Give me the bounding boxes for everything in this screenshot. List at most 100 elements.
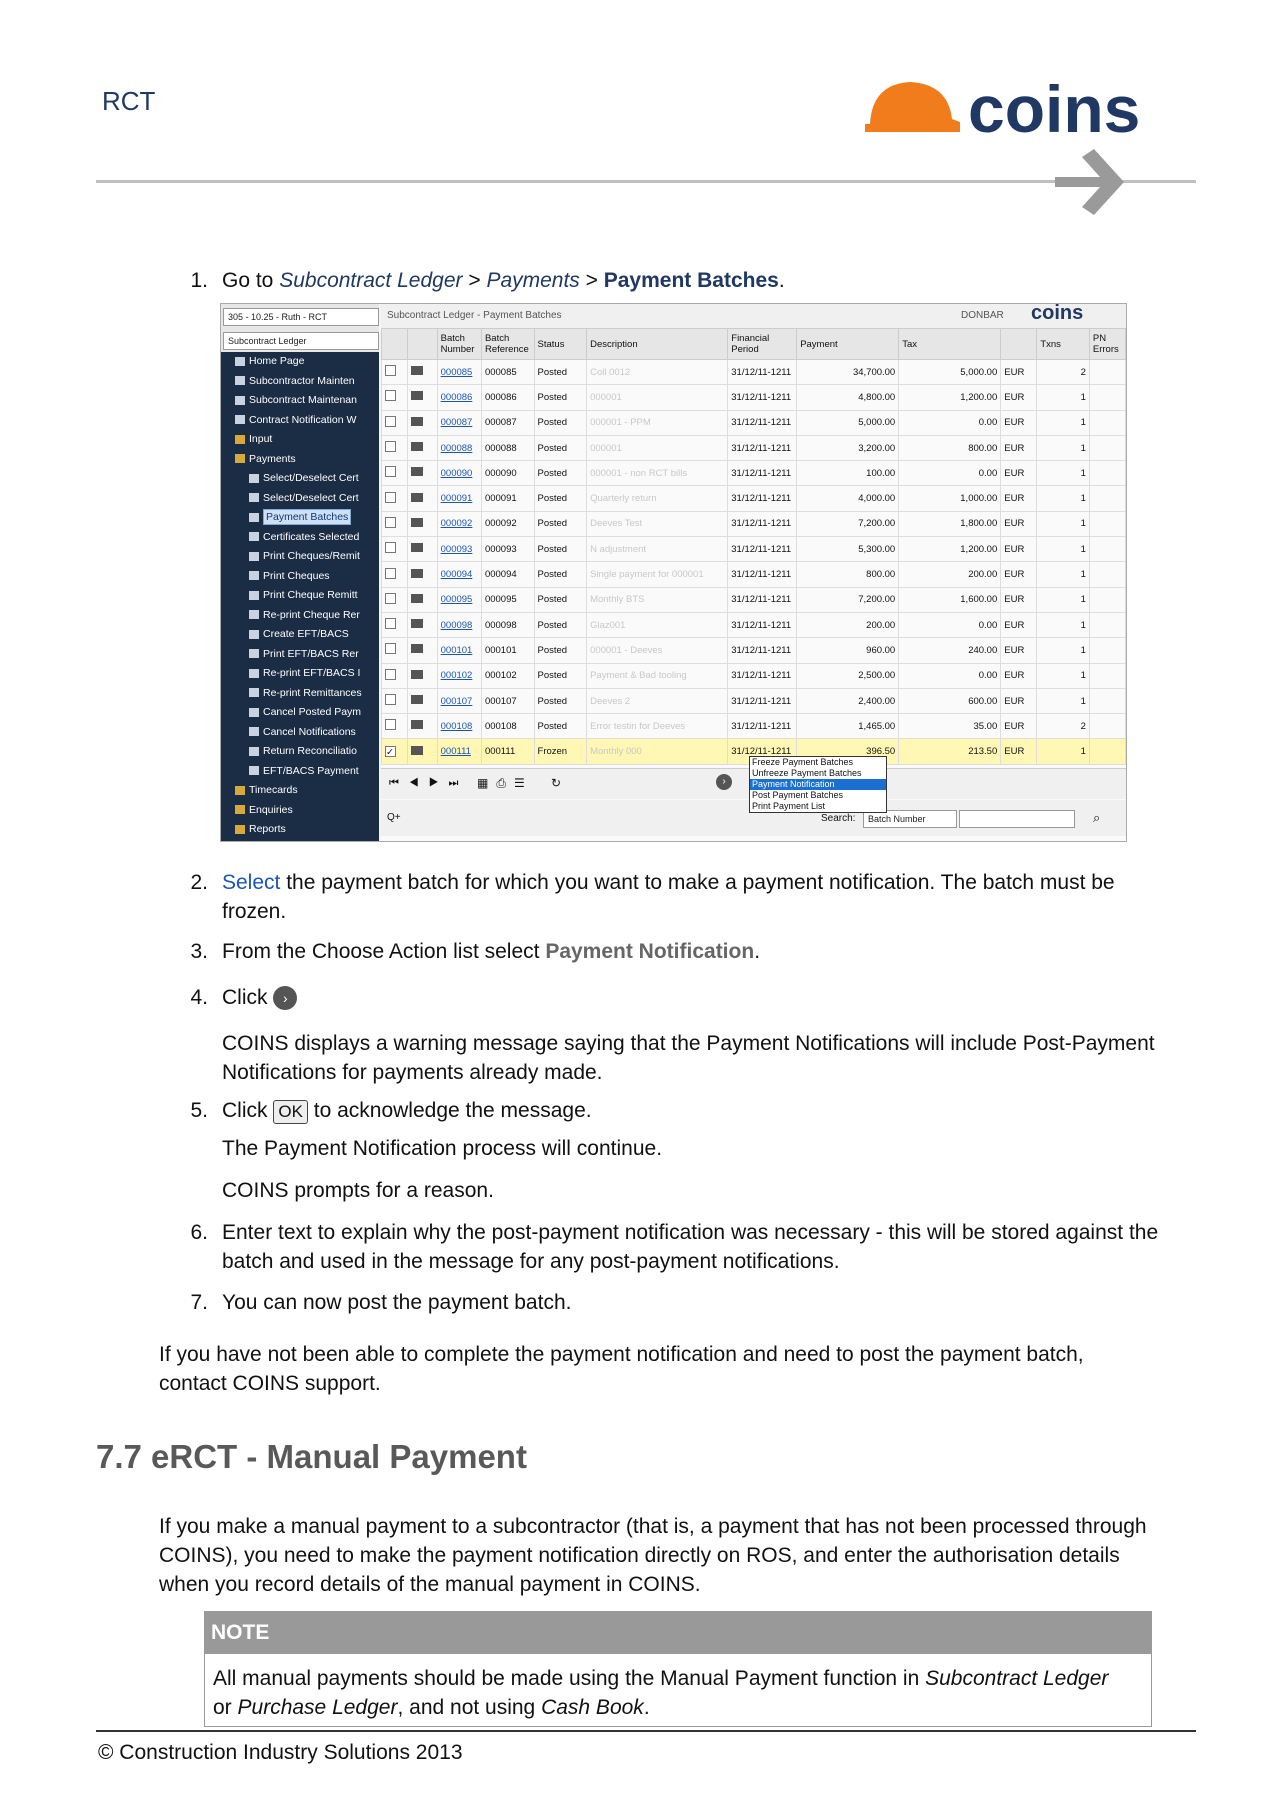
row-checkbox[interactable] <box>381 687 408 715</box>
module-select[interactable]: Subcontract Ledger <box>223 332 379 350</box>
folder-open-icon[interactable] <box>410 391 423 401</box>
row-checkbox[interactable] <box>381 460 408 487</box>
sidebar-item[interactable]: Payment Batches <box>225 508 375 528</box>
checkbox-icon[interactable] <box>385 365 396 377</box>
row-folder[interactable] <box>406 637 438 664</box>
column-header[interactable] <box>381 328 408 360</box>
row-folder[interactable] <box>406 611 438 639</box>
sidebar-item[interactable]: Print Cheques <box>225 567 375 587</box>
action-menu-item[interactable]: Payment Notification <box>750 779 886 790</box>
checkbox-icon[interactable] <box>385 592 396 604</box>
sidebar-item[interactable]: Timecards <box>225 781 375 801</box>
sidebar-item[interactable]: EFT/BACS Payment <box>225 762 375 782</box>
batch-number-link[interactable]: 000095 <box>436 586 482 613</box>
checkbox-icon[interactable] <box>385 567 396 579</box>
batch-number-link[interactable]: 000090 <box>436 460 482 487</box>
checkbox-icon[interactable] <box>385 441 396 453</box>
sidebar-item[interactable]: Print EFT/BACS Rer <box>225 645 375 665</box>
column-header[interactable]: Status <box>533 328 588 360</box>
row-checkbox[interactable] <box>381 384 408 411</box>
row-folder[interactable] <box>406 713 438 740</box>
sidebar-item[interactable]: Return Reconciliatio <box>225 742 375 762</box>
batch-number-link[interactable]: 000108 <box>436 713 482 740</box>
sidebar-item[interactable]: Cancel Posted Paym <box>225 703 375 723</box>
checkbox-icon[interactable] <box>385 618 396 630</box>
checkbox-icon[interactable] <box>385 694 396 705</box>
column-header[interactable]: Batch Number <box>436 328 482 360</box>
row-folder[interactable] <box>406 662 438 689</box>
folder-open-icon[interactable] <box>410 593 423 603</box>
folder-open-icon[interactable] <box>410 619 423 629</box>
column-header[interactable]: PN Errors <box>1088 328 1126 360</box>
table-row[interactable]: 000088 000088 Posted 000001 31/12/11-1211 3,2… <box>381 434 1126 462</box>
sidebar-item[interactable]: Subcontract Maintenan <box>225 391 375 411</box>
batch-number-link[interactable]: 000086 <box>436 384 482 411</box>
search-icon[interactable]: ⌕ <box>1093 810 1100 826</box>
row-folder[interactable] <box>406 738 438 765</box>
sidebar-item[interactable]: Re-print Cheque Rer <box>225 606 375 626</box>
row-checkbox[interactable] <box>381 713 408 740</box>
batch-number-link[interactable]: 000094 <box>436 561 482 588</box>
checkbox-icon[interactable] <box>385 719 396 731</box>
action-menu-item[interactable]: Freeze Payment Batches <box>750 757 886 768</box>
sidebar-item[interactable]: Home Page <box>225 352 375 372</box>
sidebar-item[interactable]: Print Cheque Remitt <box>225 586 375 606</box>
company-select[interactable]: 305 - 10.25 - Ruth - RCT <box>223 308 379 326</box>
column-header[interactable] <box>406 328 438 360</box>
folder-open-icon[interactable] <box>410 492 423 502</box>
row-folder[interactable] <box>406 586 438 613</box>
table-row[interactable]: 000095 000095 Posted Monthly BTS 31/12/11-12… <box>381 586 1126 613</box>
table-row[interactable]: 000085 000085 Posted Coll 0012 31/12/11-1211… <box>381 358 1126 386</box>
table-row[interactable]: 000090 000090 Posted 000001 - non RCT bills… <box>381 460 1126 487</box>
sidebar-item[interactable]: Cancel Notifications <box>225 723 375 743</box>
row-checkbox[interactable] <box>381 434 408 462</box>
batch-number-link[interactable]: 000102 <box>436 662 482 689</box>
batch-number-link[interactable]: 000092 <box>436 510 482 538</box>
row-checkbox[interactable] <box>381 586 408 613</box>
column-header[interactable]: Description <box>586 328 729 360</box>
checkbox-icon[interactable] <box>385 542 396 554</box>
table-row[interactable]: 000102 000102 Posted Payment & Bad tooling 3… <box>381 662 1126 689</box>
folder-open-icon[interactable] <box>410 568 423 578</box>
row-checkbox[interactable] <box>381 637 408 664</box>
checkbox-icon[interactable] <box>385 516 396 528</box>
choose-action-dropdown[interactable]: Freeze Payment Batches Unfreeze Payment B… <box>749 756 887 813</box>
sidebar-item[interactable]: Certificates Selected <box>225 528 375 548</box>
folder-open-icon[interactable] <box>410 467 423 477</box>
row-folder[interactable] <box>406 510 438 538</box>
folder-open-icon[interactable] <box>410 695 423 704</box>
row-checkbox[interactable] <box>381 510 408 538</box>
sidebar-item[interactable]: Subcontractor Mainten <box>225 372 375 392</box>
row-folder[interactable] <box>406 536 438 563</box>
table-row[interactable]: 000092 000092 Posted Deeves Test 31/12/11-12… <box>381 510 1126 538</box>
batch-number-link[interactable]: 000098 <box>436 611 482 639</box>
toolbar-actions-icon[interactable]: ▦⎙☰ <box>477 776 533 791</box>
action-menu-item[interactable]: Print Payment List <box>750 801 886 812</box>
row-checkbox[interactable] <box>381 358 408 386</box>
folder-open-icon[interactable] <box>410 442 423 452</box>
row-checkbox[interactable]: ✓ <box>381 738 408 765</box>
column-header[interactable] <box>1000 328 1038 360</box>
table-row[interactable]: 000094 000094 Posted Single payment for 000… <box>381 561 1126 588</box>
folder-open-icon[interactable] <box>410 644 423 654</box>
checkbox-icon[interactable] <box>385 643 396 655</box>
search-input[interactable] <box>959 810 1075 828</box>
row-folder[interactable] <box>406 358 438 386</box>
batch-number-link[interactable]: 000111 <box>436 738 482 765</box>
sidebar-item[interactable]: Create EFT/BACS <box>225 625 375 645</box>
table-row[interactable]: 000091 000091 Posted Quarterly return 31/12/… <box>381 485 1126 512</box>
sidebar-item[interactable]: Payments <box>225 450 375 470</box>
row-folder[interactable] <box>406 687 438 715</box>
sidebar-item[interactable]: Input <box>225 430 375 450</box>
zoom-icon[interactable]: Q+ <box>387 812 401 823</box>
go-icon[interactable]: › <box>716 774 732 790</box>
row-checkbox[interactable] <box>381 611 408 639</box>
row-folder[interactable] <box>406 384 438 411</box>
row-checkbox[interactable] <box>381 561 408 588</box>
folder-open-icon[interactable] <box>410 720 423 730</box>
column-header[interactable]: Txns <box>1036 328 1090 360</box>
table-row[interactable]: 000108 000108 Posted Error testin for Deeve… <box>381 713 1126 740</box>
batch-number-link[interactable]: 000107 <box>436 687 482 715</box>
batch-number-link[interactable]: 000093 <box>436 536 482 563</box>
sidebar-item[interactable]: Contract Notification W <box>225 411 375 431</box>
